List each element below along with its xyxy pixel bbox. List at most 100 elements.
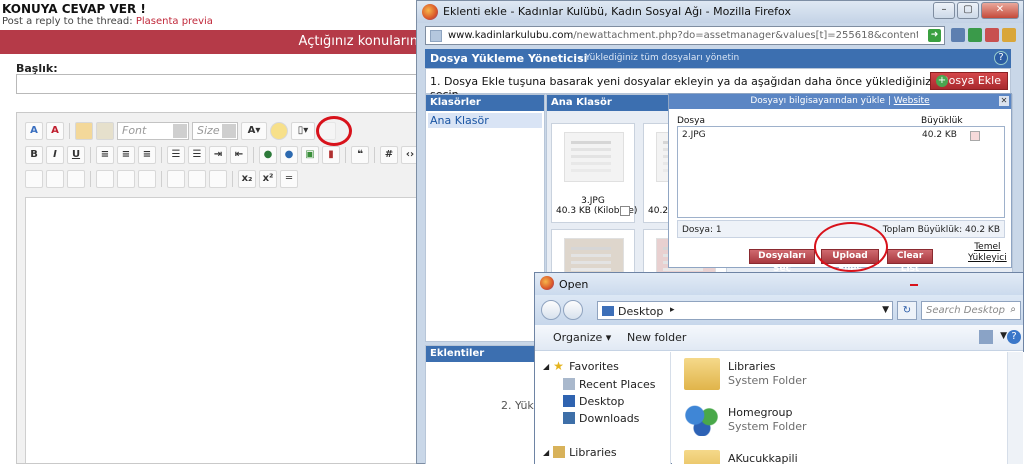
thumbnail-checkbox[interactable] [620,206,630,216]
delete-col-icon[interactable] [209,170,227,188]
insert-row-icon[interactable] [96,170,114,188]
file-name: Homegroup [728,406,793,419]
window-title: Eklenti ekle - Kadınlar Kulübü, Kadın So… [443,5,791,18]
dialog-titlebar[interactable]: Open [535,273,1023,295]
insert-col-icon[interactable] [167,170,185,188]
attachment-icon[interactable]: ▯▾ [291,122,315,140]
maximize-icon[interactable]: ▢ [957,2,979,19]
chevron-down-icon[interactable]: ▼ [882,305,889,315]
minimize-icon[interactable]: – [933,2,955,19]
editor-text-area[interactable] [25,197,423,463]
basic-uploader-link[interactable]: Temel Yükleyici [968,242,1007,264]
subscript-icon[interactable]: x₂ [238,170,256,188]
extension-icon[interactable] [951,28,965,42]
website-link[interactable]: Website [894,96,930,106]
insert-link-icon[interactable]: ● [259,146,277,164]
indent-icon[interactable]: ⇥ [209,146,227,164]
asset-manager-header: Dosya Yükleme Yöneticisi - Yüklediğiniz … [425,49,1011,68]
step2-text: 2. Yük [501,399,534,412]
nav-recent-places[interactable]: Recent Places [563,376,656,392]
delete-row-icon[interactable] [138,170,156,188]
smiley-icon[interactable] [270,122,288,140]
superscript-icon[interactable]: x² [259,170,277,188]
firefox-logo-icon [422,4,438,20]
table-props-icon[interactable] [46,170,64,188]
add-file-button[interactable]: + Dosya Ekle [930,72,1008,90]
editor-toolbar-row-2: B I U ≡ ≡ ≡ ☰ ☰ ⇥ ⇤ ● ● ▣ ▮ ❝ # ‹› [25,145,419,165]
text-color-icon[interactable]: A▾ [241,122,267,140]
quote-icon[interactable]: ❝ [351,146,369,164]
title-input[interactable] [16,74,424,94]
subtitle-prefix: Post a reply to the thread: [2,16,133,27]
close-icon[interactable]: ✕ [981,2,1019,19]
nav-downloads[interactable]: Downloads [563,410,639,426]
folder-item-main[interactable]: Ana Klasör [428,113,542,128]
paste-icon[interactable] [75,122,93,140]
upload-file-list[interactable]: 2.JPG 40.2 KB [677,126,1005,218]
remove-format-icon[interactable]: A [46,122,64,140]
table-icon[interactable] [25,170,43,188]
extension-icon[interactable] [985,28,999,42]
address-bar[interactable]: www.kadinlarkulubu.com/newattachment.php… [425,26,945,45]
extension-icon[interactable] [968,28,982,42]
extension-icon[interactable] [1002,28,1016,42]
refresh-icon[interactable]: ↻ [897,301,917,320]
folder-icon [684,358,720,390]
close-icon[interactable]: ✕ [999,96,1009,106]
step1-bar: 1. Dosya Ekle tuşuna basarak yeni dosyal… [425,68,1011,101]
align-center-icon[interactable]: ≡ [117,146,135,164]
underline-icon[interactable]: U [67,146,85,164]
code-hash-icon[interactable]: # [380,146,398,164]
annotation-circle [814,222,888,272]
image-icon[interactable]: ▣ [301,146,319,164]
align-left-icon[interactable]: ≡ [96,146,114,164]
scrollbar[interactable] [1007,352,1023,464]
nav-desktop[interactable]: Desktop [563,393,624,409]
size-select[interactable]: Size [192,122,238,140]
unlink-icon[interactable]: ● [280,146,298,164]
go-arrow-icon[interactable]: ➜ [928,29,941,42]
align-right-icon[interactable]: ≡ [138,146,156,164]
paste-text-icon[interactable] [96,122,114,140]
font-select[interactable]: Font [117,122,189,140]
organize-button[interactable]: Organize ▾ [553,331,611,344]
outdent-icon[interactable]: ⇤ [230,146,248,164]
help-icon[interactable]: ? [1007,330,1021,344]
navigation-pane: ◢ ★ Favorites Recent Places Desktop Down… [535,352,671,464]
view-icon[interactable] [979,330,993,344]
horizontal-rule-icon[interactable]: ═ [280,170,298,188]
new-folder-button[interactable]: New folder [627,331,686,344]
path-bar[interactable]: Desktop ▸ ▼ [597,301,893,320]
font-color-icon[interactable]: A [25,122,43,140]
italic-icon[interactable]: I [46,146,64,164]
help-icon[interactable]: ? [994,51,1008,65]
bold-icon[interactable]: B [25,146,43,164]
nav-recent-label: Recent Places [579,377,656,391]
forward-icon[interactable] [563,300,583,320]
search-input[interactable]: Search Desktop ⌕ [921,301,1021,320]
thread-link[interactable]: Plasenta previa [136,16,213,27]
nav-libraries[interactable]: ◢ Libraries [543,444,617,460]
clear-list-button[interactable]: Clear List [887,249,933,274]
desktop-icon [602,306,614,316]
url-text[interactable]: www.kadinlarkulubu.com/newattachment.php… [448,30,918,41]
thumbnail-item[interactable]: 3.JPG 40.3 KB (Kilobyte) [551,123,637,223]
select-files-button[interactable]: Dosyaları Seç [749,249,815,274]
bullet-list-icon[interactable]: ☰ [188,146,206,164]
insert-col-after-icon[interactable] [188,170,206,188]
upload-dialog-header: Dosyayı bilgisayarından yükle | Website … [669,94,1011,109]
folders-panel: Klasörler Ana Klasör [425,94,545,342]
insert-row-after-icon[interactable] [117,170,135,188]
nav-libraries-label: Libraries [569,445,617,459]
remove-file-icon[interactable] [970,131,980,141]
chevron-down-icon[interactable]: ▼ [1000,331,1007,341]
ordered-list-icon[interactable]: ☰ [167,146,185,164]
window-titlebar[interactable]: Eklenti ekle - Kadınlar Kulübü, Kadın So… [417,1,1023,23]
url-path: /newattachment.php?do=assetmanager&value… [573,30,918,41]
back-icon[interactable] [541,300,561,320]
table-delete-icon[interactable] [67,170,85,188]
video-icon[interactable]: ▮ [322,146,340,164]
annotation-mark [910,284,918,286]
desktop-icon [563,395,575,407]
nav-favorites[interactable]: ◢ ★ Favorites [543,358,619,374]
